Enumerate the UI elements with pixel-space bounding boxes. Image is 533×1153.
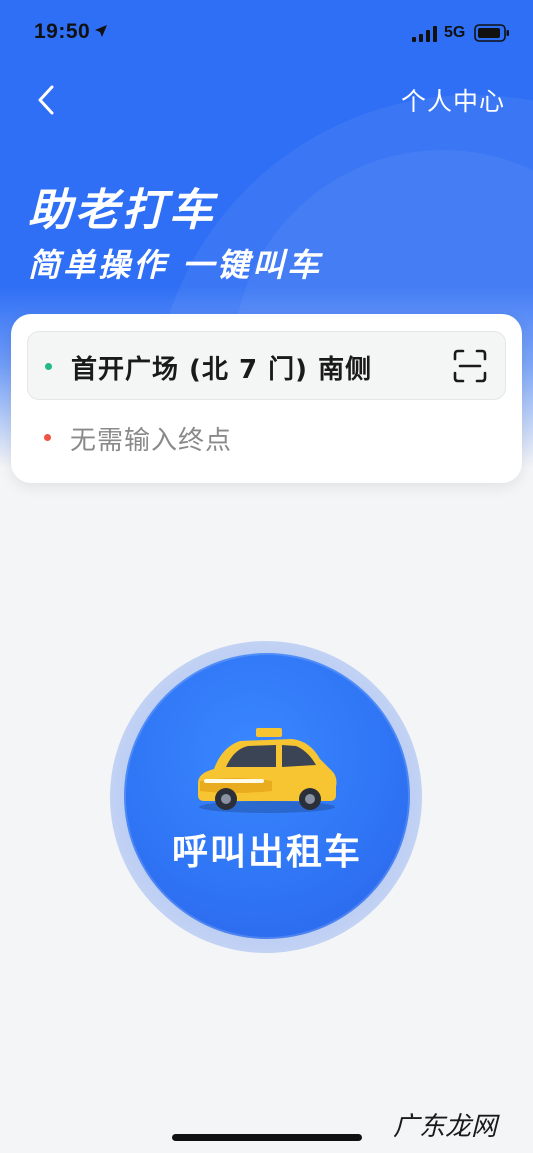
- route-card: 首开广场 (北 7 门) 南侧 无需输入终点: [11, 314, 522, 483]
- chevron-left-icon: [38, 85, 54, 115]
- taxi-icon: [198, 728, 337, 813]
- origin-text: 首开广场 (北 7 门) 南侧: [71, 355, 373, 385]
- call-taxi-label: 呼叫出租车: [171, 832, 362, 873]
- signal-icon: [412, 26, 437, 42]
- location-arrow-icon: [95, 25, 107, 37]
- status-time: 19:50: [34, 20, 91, 43]
- hero-subtitle: 简单操作 一键叫车: [28, 246, 323, 284]
- origin-dot-icon: [45, 363, 52, 370]
- call-taxi-button[interactable]: 呼叫出租车: [124, 653, 410, 939]
- hero-title: 助老打车: [28, 185, 216, 236]
- back-button[interactable]: [26, 80, 66, 120]
- status-bar: 19:50 5G: [0, 0, 533, 66]
- battery-icon: [474, 24, 509, 42]
- watermark: 广东龙网: [392, 1112, 497, 1142]
- destination-dot-icon: [44, 434, 51, 441]
- network-type: 5G: [444, 24, 466, 41]
- origin-field[interactable]: 首开广场 (北 7 门) 南侧: [27, 331, 506, 400]
- destination-placeholder: 无需输入终点: [70, 426, 233, 456]
- home-indicator[interactable]: [172, 1134, 362, 1141]
- user-center-link[interactable]: 个人中心: [401, 82, 505, 118]
- scan-icon[interactable]: [453, 349, 487, 383]
- destination-field[interactable]: 无需输入终点: [27, 414, 506, 464]
